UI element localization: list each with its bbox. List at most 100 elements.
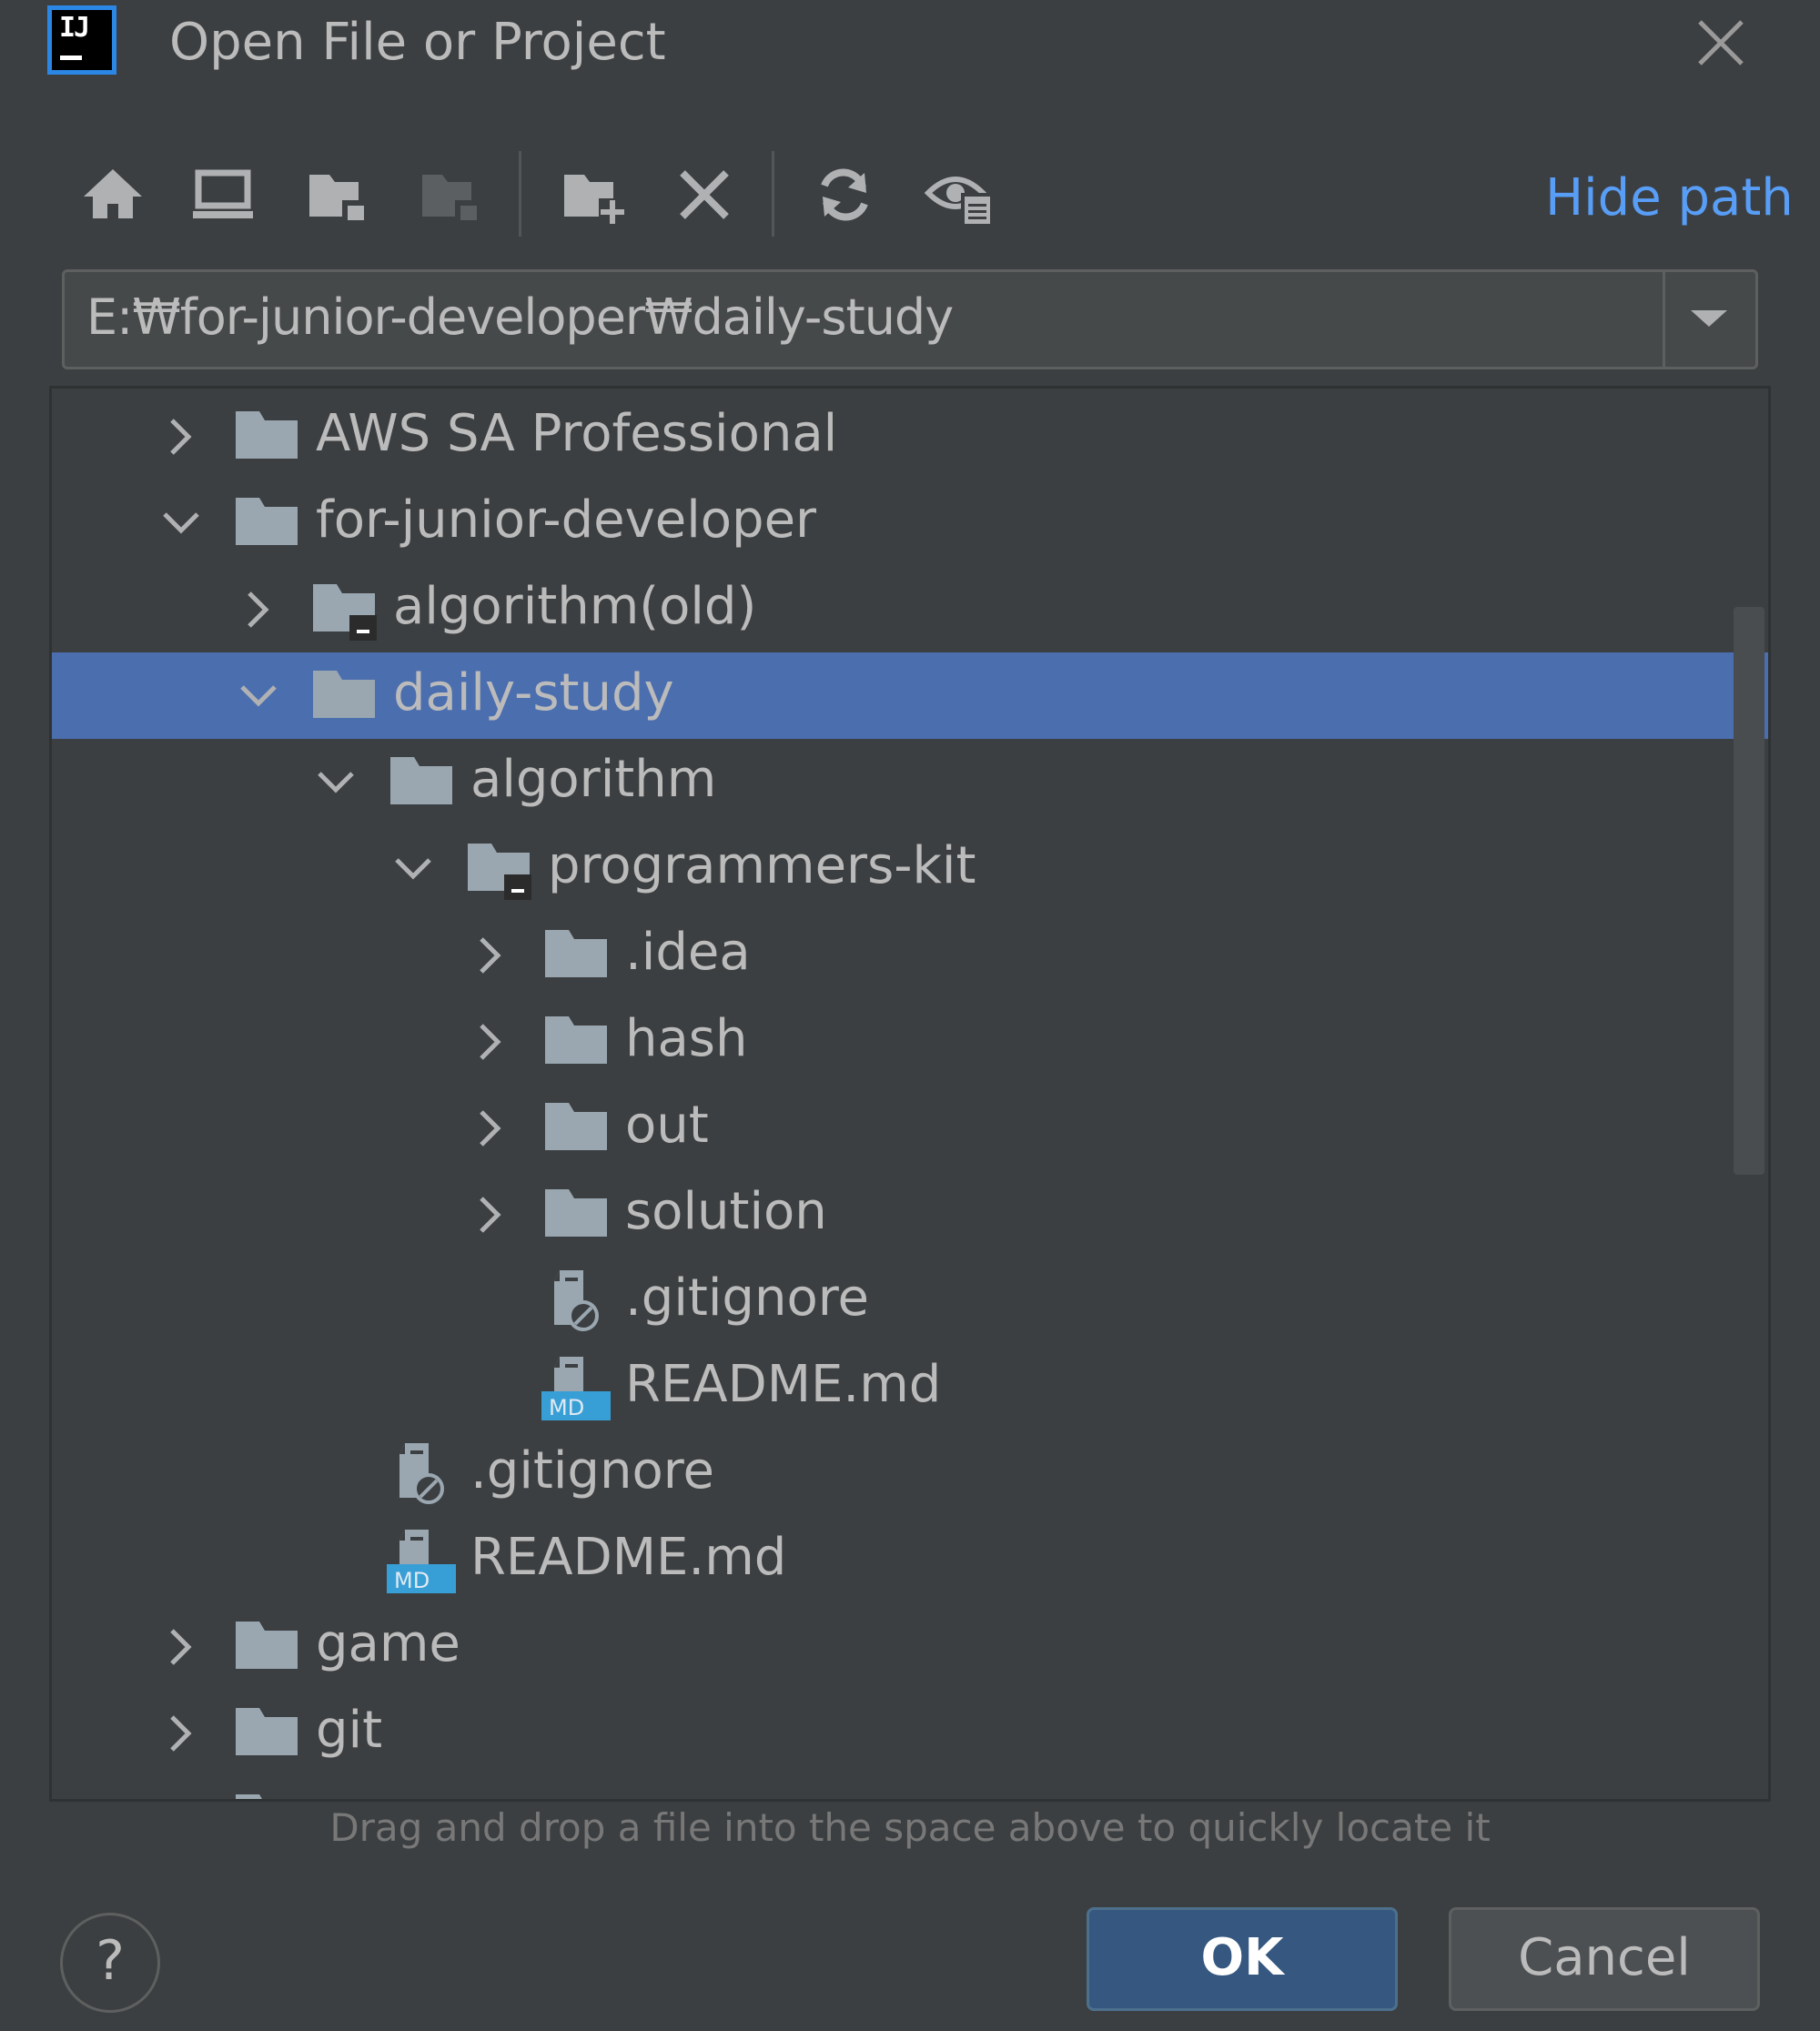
tree-item-label: programmers-kit xyxy=(548,836,976,895)
tree-item-label: out xyxy=(625,1096,709,1155)
tree-item-label: daily-study xyxy=(393,663,674,722)
chevron-right-icon[interactable] xyxy=(467,1105,514,1152)
tree-item[interactable]: for-junior-developer xyxy=(52,480,1768,566)
tree-item[interactable]: daily-study xyxy=(52,652,1768,739)
tree-item[interactable]: algorithm xyxy=(52,739,1768,825)
chevron-right-icon[interactable] xyxy=(235,586,282,633)
project-folder-icon xyxy=(309,577,379,642)
show-hidden-files-button[interactable] xyxy=(924,160,994,229)
file-tree[interactable]: AWS SA Professional for-junior-developer a… xyxy=(49,386,1771,1802)
tree-item-label: algorithm(old) xyxy=(393,577,757,636)
markdown-badge-text: MD xyxy=(394,1568,430,1593)
chevron-right-icon[interactable] xyxy=(157,1796,205,1799)
chevron-right-icon[interactable] xyxy=(157,413,205,460)
hide-path-link[interactable]: Hide path xyxy=(1545,168,1794,227)
desktop-icon xyxy=(193,169,253,218)
delete-button[interactable] xyxy=(670,160,739,229)
ignore-file-icon xyxy=(387,1441,456,1507)
ignore-file-icon xyxy=(541,1268,611,1334)
tree-item-label: algorithm xyxy=(470,750,717,809)
chevron-right-icon[interactable] xyxy=(467,1191,514,1238)
path-input[interactable]: E:₩for-junior-developer₩daily-study xyxy=(65,272,1663,367)
toolbar-separator xyxy=(772,151,774,237)
project-folder-icon xyxy=(464,836,533,902)
desktop-directory-button[interactable] xyxy=(189,160,258,229)
close-icon xyxy=(1698,20,1744,66)
project-folder-icon xyxy=(309,175,368,224)
chevron-down-icon[interactable] xyxy=(389,845,437,893)
drag-drop-hint: Drag and drop a file into the space abov… xyxy=(329,1805,1491,1850)
tree-item-label: .idea xyxy=(625,923,751,982)
delete-icon xyxy=(680,170,729,219)
dialog-title: Open File or Project xyxy=(169,13,666,72)
tree-item-label: .gitignore xyxy=(470,1441,714,1501)
markdown-file-icon: MD xyxy=(541,1355,611,1420)
folder-icon xyxy=(541,1182,611,1248)
tree-item-label: for-junior-developer xyxy=(316,490,817,550)
tree-item-label: README.md xyxy=(625,1355,942,1414)
logo-text: IJ xyxy=(59,12,90,44)
open-file-dialog: IJ Open File or Project Hide path E:₩for… xyxy=(0,0,1820,2031)
path-field: E:₩for-junior-developer₩daily-study xyxy=(62,269,1758,369)
help-button[interactable]: ? xyxy=(60,1913,160,2013)
tree-item-label: AWS SA Professional xyxy=(316,404,838,463)
chevron-down-icon xyxy=(1691,310,1727,327)
folder-icon xyxy=(232,1614,301,1680)
tree-scrollbar[interactable] xyxy=(1734,607,1764,1175)
tree-item[interactable]: MD README.md xyxy=(52,1517,1768,1603)
chevron-right-icon[interactable] xyxy=(467,1018,514,1066)
chevron-right-icon[interactable] xyxy=(157,1623,205,1671)
tree-item[interactable]: .gitignore xyxy=(52,1430,1768,1517)
tree-item[interactable]: algorithm(old) xyxy=(52,566,1768,652)
tree-item-label: git xyxy=(316,1701,383,1760)
refresh-icon xyxy=(821,168,868,221)
folder-icon xyxy=(541,1096,611,1161)
tree-item[interactable]: solution xyxy=(52,1171,1768,1258)
tree-item[interactable]: hash xyxy=(52,998,1768,1085)
tree-item[interactable]: out xyxy=(52,1085,1768,1171)
markdown-badge-text: MD xyxy=(549,1395,584,1420)
tree-item-label: hash xyxy=(625,1009,748,1068)
project-directory-button[interactable] xyxy=(302,160,371,229)
folder-icon xyxy=(232,1787,301,1799)
tree-item-label: README.md xyxy=(470,1528,787,1587)
folder-icon xyxy=(232,490,301,556)
tree-item[interactable]: programmers-kit xyxy=(52,825,1768,912)
tree-item-label: game xyxy=(316,1614,460,1673)
folder-icon xyxy=(309,663,379,729)
module-folder-icon xyxy=(422,175,480,224)
cancel-button[interactable]: Cancel xyxy=(1449,1907,1760,2011)
path-history-dropdown[interactable] xyxy=(1663,272,1755,367)
home-directory-button[interactable] xyxy=(78,160,147,229)
show-hidden-files-icon xyxy=(924,177,994,226)
tree-item[interactable]: .idea xyxy=(52,912,1768,998)
folder-icon xyxy=(541,923,611,988)
module-directory-button[interactable] xyxy=(415,160,484,229)
tree-item[interactable] xyxy=(52,1776,1768,1799)
tree-item-label: solution xyxy=(625,1182,827,1241)
folder-icon xyxy=(232,1701,301,1766)
refresh-button[interactable] xyxy=(810,160,879,229)
chevron-down-icon[interactable] xyxy=(157,500,205,547)
chevron-down-icon[interactable] xyxy=(312,759,359,806)
tree-item[interactable]: git xyxy=(52,1690,1768,1776)
folder-icon xyxy=(232,404,301,470)
chevron-down-icon[interactable] xyxy=(235,672,282,720)
new-folder-button[interactable] xyxy=(559,160,628,229)
new-folder-icon xyxy=(564,175,626,226)
chevron-right-icon[interactable] xyxy=(157,1710,205,1757)
toolbar-separator xyxy=(519,151,521,237)
folder-icon xyxy=(387,750,456,815)
tree-item[interactable]: game xyxy=(52,1603,1768,1690)
close-button[interactable] xyxy=(1691,13,1751,73)
tree-item[interactable]: MD README.md xyxy=(52,1344,1768,1430)
tree-item-label: .gitignore xyxy=(625,1268,869,1328)
tree-item[interactable]: .gitignore xyxy=(52,1258,1768,1344)
home-icon xyxy=(84,169,142,218)
markdown-file-icon: MD xyxy=(387,1528,456,1593)
tree-item[interactable]: AWS SA Professional xyxy=(52,393,1768,480)
intellij-logo-icon: IJ xyxy=(47,5,116,75)
folder-icon xyxy=(541,1009,611,1075)
ok-button[interactable]: OK xyxy=(1087,1907,1398,2011)
chevron-right-icon[interactable] xyxy=(467,932,514,979)
